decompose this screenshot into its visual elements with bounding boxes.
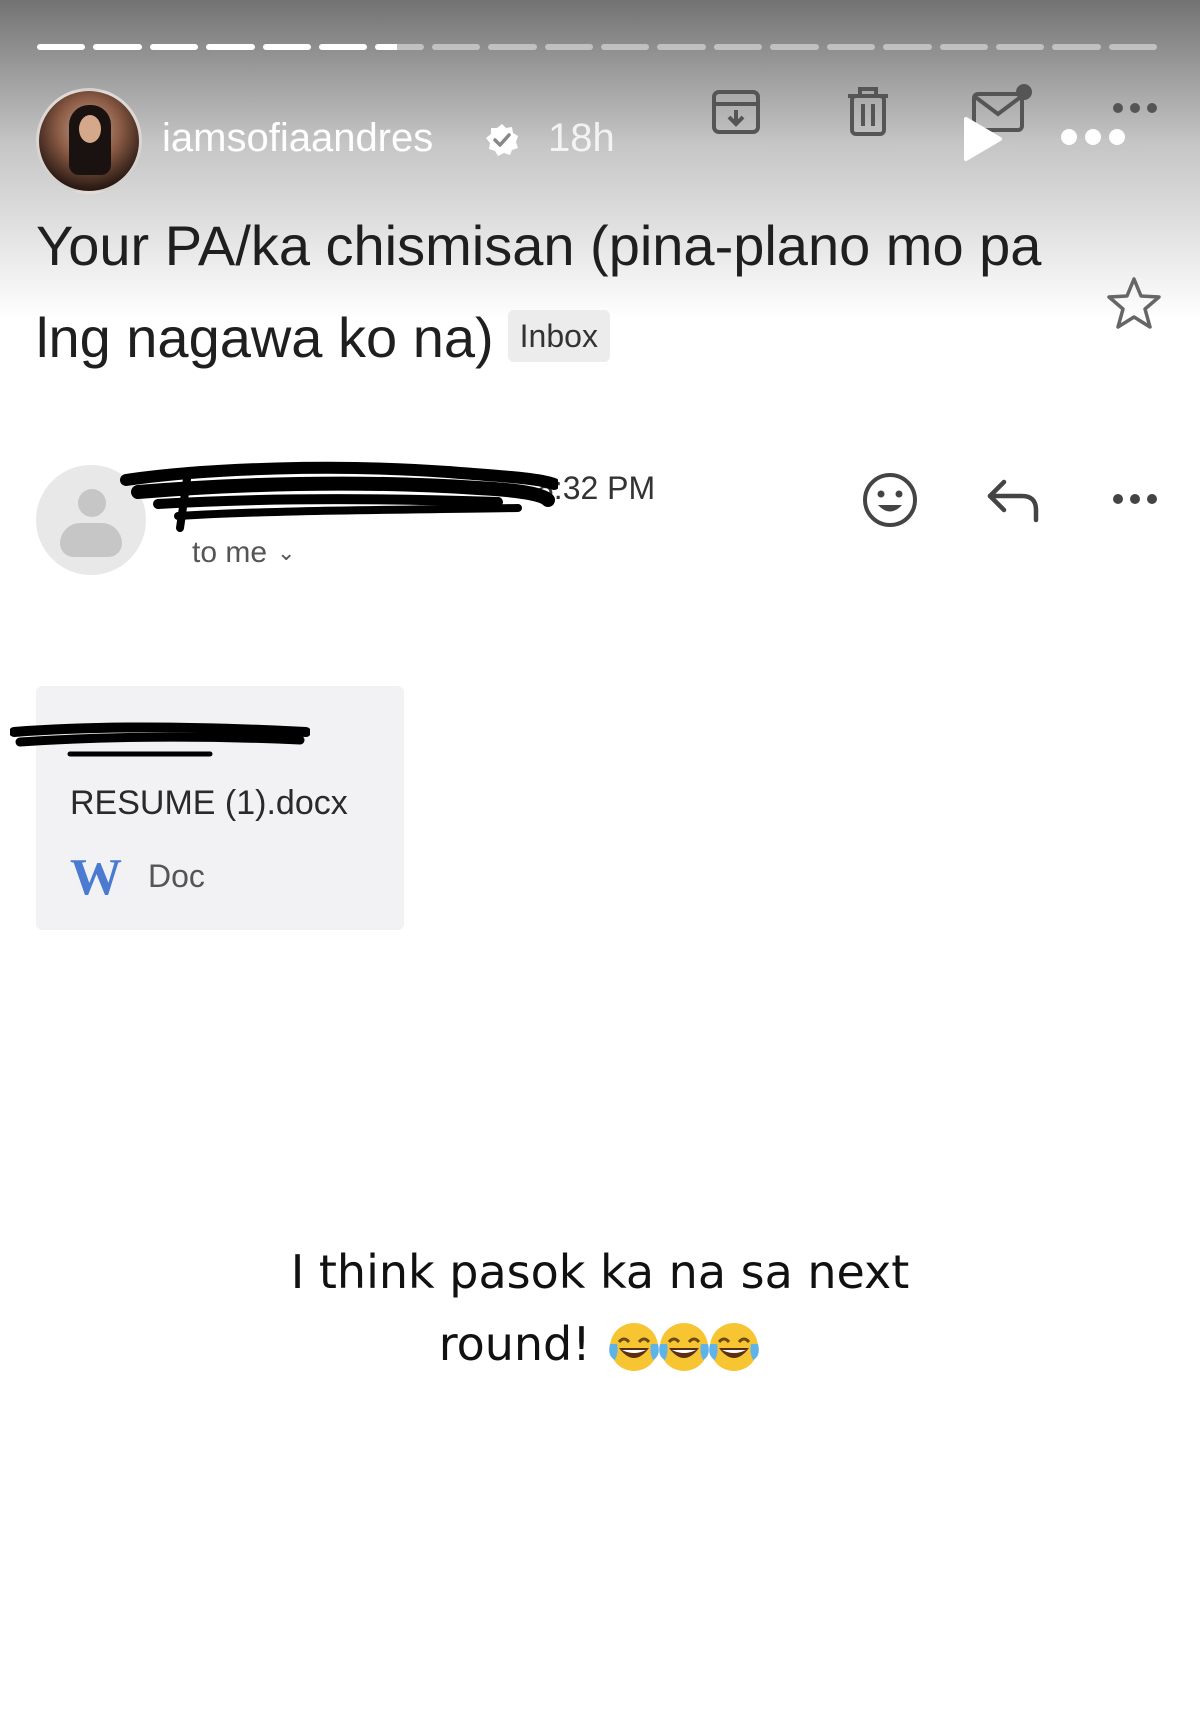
- story-progress-segment: [431, 44, 481, 50]
- story-progress-segment: [883, 44, 932, 50]
- reply-icon[interactable]: [984, 474, 1044, 526]
- story-progress-segment: [149, 44, 199, 50]
- story-progress-segment: [375, 44, 424, 50]
- story-progress-segment: [1052, 44, 1101, 50]
- story-progress-segment: [939, 44, 988, 50]
- trash-icon[interactable]: [840, 84, 896, 140]
- story-progress-segment: [488, 44, 537, 50]
- caption-line-1: I think pasok ka na sa next: [290, 1245, 910, 1299]
- story-time: 18h: [548, 116, 615, 160]
- story-progress-segment: [1108, 44, 1158, 50]
- word-doc-icon: W: [70, 849, 122, 906]
- story-progress-segment: [37, 44, 86, 50]
- inbox-label[interactable]: Inbox: [507, 310, 610, 363]
- laughing-emoji-icon: [659, 1323, 710, 1371]
- redacted-sender-scribble: [120, 461, 558, 532]
- attachment-type: Doc: [148, 858, 205, 894]
- story-progress-segment: [657, 44, 706, 50]
- instagram-story-screen: Your PA/ka chismisan (pina-plano mo pa l…: [0, 0, 1200, 1722]
- story-caption: I think pasok ka na sa next round!: [0, 1236, 1200, 1384]
- recipient-toggle[interactable]: to me ⌄: [192, 536, 295, 570]
- story-progress-bar: [37, 44, 1158, 50]
- laughing-emoji-icon: [709, 1323, 760, 1371]
- story-username[interactable]: iamsofiaandres: [162, 116, 433, 161]
- story-avatar[interactable]: [36, 88, 142, 194]
- caption-line-2: round!: [438, 1317, 591, 1371]
- story-more-icon[interactable]: [1058, 124, 1128, 150]
- caption-line-2-wrap: round!: [0, 1308, 1200, 1384]
- play-icon[interactable]: [960, 115, 1004, 163]
- story-progress-segment: [544, 44, 594, 50]
- story-progress-segment: [770, 44, 819, 50]
- chevron-down-icon: ⌄: [277, 540, 296, 565]
- story-progress-segment: [93, 44, 142, 50]
- story-progress-segment: [601, 44, 650, 50]
- attachment-filename: RESUME (1).docx: [70, 784, 348, 822]
- more-options-icon[interactable]: [1110, 96, 1160, 120]
- email-more-icon[interactable]: [1110, 488, 1160, 510]
- story-progress-segment: [319, 44, 368, 50]
- add-reaction-icon[interactable]: [860, 470, 920, 530]
- laughing-emoji-icon: [609, 1323, 660, 1371]
- story-progress-segment: [262, 44, 312, 50]
- laughing-emojis: [609, 1308, 761, 1380]
- star-icon[interactable]: [1104, 274, 1164, 334]
- archive-icon[interactable]: [708, 84, 764, 140]
- story-progress-segment: [713, 44, 763, 50]
- redacted-filename-scribble: [10, 722, 310, 757]
- recipient-text: to me: [192, 536, 268, 569]
- verified-badge-icon: [484, 122, 520, 158]
- email-subject: Your PA/ka chismisan (pina-plano mo pa l…: [36, 200, 1066, 384]
- story-progress-segment: [206, 44, 255, 50]
- story-progress-segment: [995, 44, 1045, 50]
- story-progress-segment: [826, 44, 876, 50]
